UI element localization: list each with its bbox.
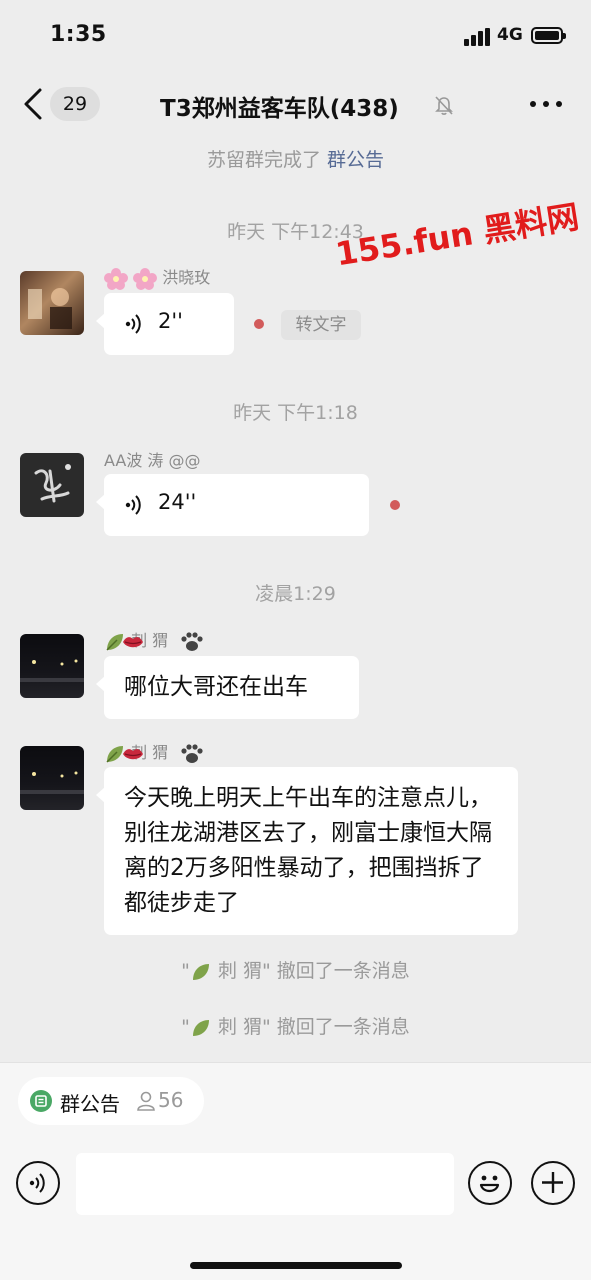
network-type: 4G <box>497 25 523 45</box>
convert-to-text-button[interactable]: 转文字 <box>281 310 361 340</box>
chat-title: T3郑州益客车队(438) <box>160 96 399 122</box>
quote-mark: " <box>181 960 190 982</box>
message-input[interactable] <box>76 1153 454 1215</box>
emoji-button[interactable] <box>468 1161 512 1205</box>
timestamp: 凌晨1:29 <box>255 583 336 605</box>
message-text: 哪位大哥还在出车 <box>124 674 308 700</box>
group-notice-link[interactable]: 群公告 <box>327 149 384 171</box>
avatar[interactable] <box>20 453 84 517</box>
sender-name: 刺 猬 <box>104 627 204 653</box>
voice-duration: 24'' <box>158 490 197 514</box>
chat-header: 29 T3郑州益客车队(438) <box>0 72 591 138</box>
text-message-bubble[interactable]: 今天晚上明天上午出车的注意点儿，别往龙湖港区去了，刚富士康恒大隔离的2万多阳性暴… <box>96 767 518 935</box>
recall-notice: " 刺 猬" 撤回了一条消息 <box>0 1012 591 1039</box>
recall-sender: 刺 猬 <box>217 960 263 982</box>
leaf-emoji <box>192 963 209 980</box>
home-indicator[interactable] <box>190 1262 402 1269</box>
status-time: 1:35 <box>50 22 107 47</box>
voice-duration: 2'' <box>158 309 183 333</box>
quote-mark: " <box>262 1016 271 1038</box>
plus-icon <box>542 1172 563 1193</box>
group-notice-read-count: 56 <box>158 1088 184 1112</box>
voice-icon <box>125 495 141 515</box>
group-notice-pill[interactable]: 群公告 56 <box>18 1077 204 1125</box>
voice-mode-icon <box>29 1173 45 1193</box>
person-icon <box>137 1091 155 1111</box>
emoji-icon <box>479 1175 500 1193</box>
unread-count-badge[interactable]: 29 <box>50 87 100 121</box>
recall-text: 撤回了一条消息 <box>270 1016 410 1038</box>
system-notice-text: 苏留群完成了 <box>206 149 328 171</box>
sender-name-text: 洪晓玫 <box>162 268 211 287</box>
voice-icon <box>125 314 141 334</box>
sender-name: 洪晓玫 <box>104 264 210 290</box>
battery-icon <box>531 27 566 44</box>
voice-message-bubble[interactable]: 24'' <box>96 474 369 536</box>
notice-icon <box>30 1090 52 1112</box>
recall-text: 撤回了一条消息 <box>270 960 410 982</box>
more-icon[interactable] <box>530 98 562 110</box>
unread-voice-dot <box>390 500 400 510</box>
sender-name: 刺 猬 <box>104 739 204 765</box>
system-notice: 苏留群完成了 群公告 <box>0 145 591 172</box>
quote-mark: " <box>181 1016 190 1038</box>
leaf-emoji <box>192 1019 209 1036</box>
more-functions-button[interactable] <box>531 1161 575 1205</box>
signal-strength-icon <box>464 28 492 46</box>
recall-notice: " 刺 猬" 撤回了一条消息 <box>0 956 591 983</box>
unread-voice-dot <box>254 319 264 329</box>
timestamp: 昨天 下午1:18 <box>233 402 358 424</box>
sender-name: AA波 涛 @@ <box>104 451 201 470</box>
recall-sender: 刺 猬 <box>217 1016 263 1038</box>
status-bar: 1:35 4G <box>0 0 591 70</box>
text-message-bubble[interactable]: 哪位大哥还在出车 <box>96 656 359 719</box>
watermark: 155.fun 黑料网 <box>332 197 582 274</box>
avatar[interactable] <box>20 634 84 698</box>
voice-message-bubble[interactable]: 2'' <box>96 293 234 355</box>
message-text: 今天晚上明天上午出车的注意点儿，别往龙湖港区去了，刚富士康恒大隔离的2万多阳性暴… <box>124 785 492 916</box>
back-icon[interactable] <box>18 86 48 122</box>
input-panel: 群公告 56 <box>0 1062 591 1280</box>
avatar[interactable] <box>20 746 84 810</box>
group-notice-label: 群公告 <box>60 1092 120 1116</box>
voice-mode-button[interactable] <box>16 1161 60 1205</box>
avatar[interactable] <box>20 271 84 335</box>
mute-icon <box>435 96 453 115</box>
quote-mark: " <box>262 960 271 982</box>
